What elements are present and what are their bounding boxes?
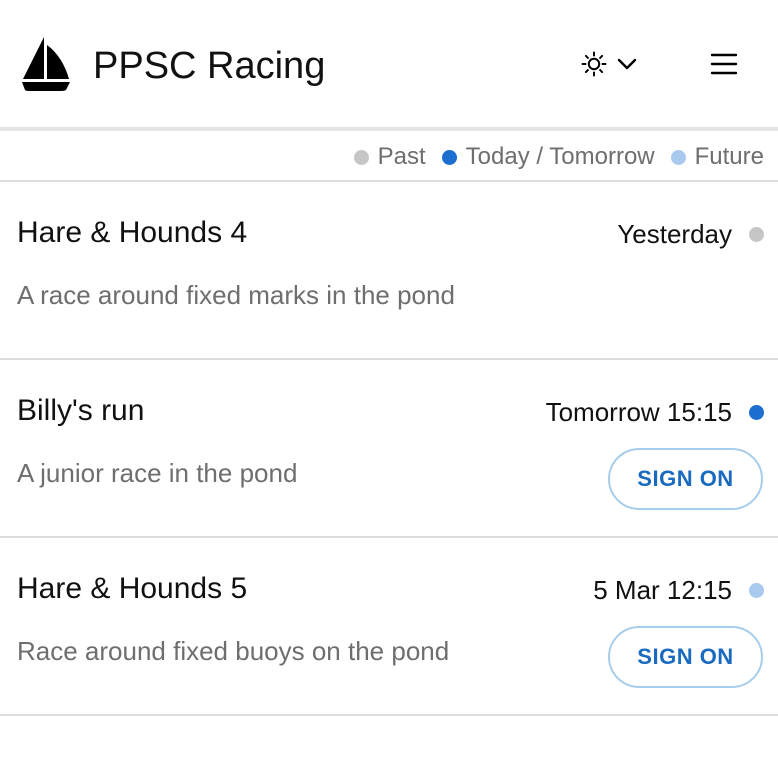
sailboat-icon[interactable] <box>20 36 72 92</box>
legend-item-future: Future <box>670 143 764 171</box>
race-description: A race around fixed marks in the pond <box>17 280 455 310</box>
future-status-dot <box>670 149 686 165</box>
status-legend: Past Today / Tomorrow Future <box>338 140 764 174</box>
chevron-down-icon <box>617 58 637 70</box>
race-list: Hare & Hounds 4 Yesterday A race around … <box>0 182 778 716</box>
race-date: Yesterday <box>617 219 732 249</box>
past-status-dot <box>749 227 764 242</box>
sign-on-button[interactable]: SIGN ON <box>608 448 763 510</box>
legend-item-today: Today / Tomorrow <box>441 143 655 171</box>
sign-on-button[interactable]: SIGN ON <box>608 626 763 688</box>
race-date: Tomorrow 15:15 <box>545 397 732 427</box>
app: PPSC Racing Past Today / Tomorrow Future… <box>0 0 778 778</box>
race-list-item[interactable]: Hare & Hounds 5 5 Mar 12:15 Race around … <box>0 538 778 716</box>
legend-label: Future <box>694 143 764 170</box>
theme-toggle-button[interactable] <box>578 46 644 82</box>
legend-item-past: Past <box>353 143 426 171</box>
legend-label: Today / Tomorrow <box>465 143 655 170</box>
app-header: PPSC Racing <box>0 0 778 128</box>
race-name: Billy's run <box>17 394 145 427</box>
past-status-dot <box>353 149 369 165</box>
today-status-dot <box>441 149 457 165</box>
today-status-dot <box>749 405 764 420</box>
race-description: A junior race in the pond <box>17 458 298 488</box>
race-description: Race around fixed buoys on the pond <box>17 636 450 666</box>
hamburger-menu-icon[interactable] <box>702 42 746 86</box>
header-divider <box>0 127 778 131</box>
app-title: PPSC Racing <box>93 45 326 87</box>
race-name: Hare & Hounds 5 <box>17 572 248 605</box>
sun-icon <box>581 51 607 77</box>
race-list-item[interactable]: Billy's run Tomorrow 15:15 A junior race… <box>0 360 778 538</box>
race-date: 5 Mar 12:15 <box>593 575 732 605</box>
race-name: Hare & Hounds 4 <box>17 216 248 249</box>
race-list-item[interactable]: Hare & Hounds 4 Yesterday A race around … <box>0 182 778 360</box>
future-status-dot <box>749 583 764 598</box>
legend-label: Past <box>377 143 426 170</box>
